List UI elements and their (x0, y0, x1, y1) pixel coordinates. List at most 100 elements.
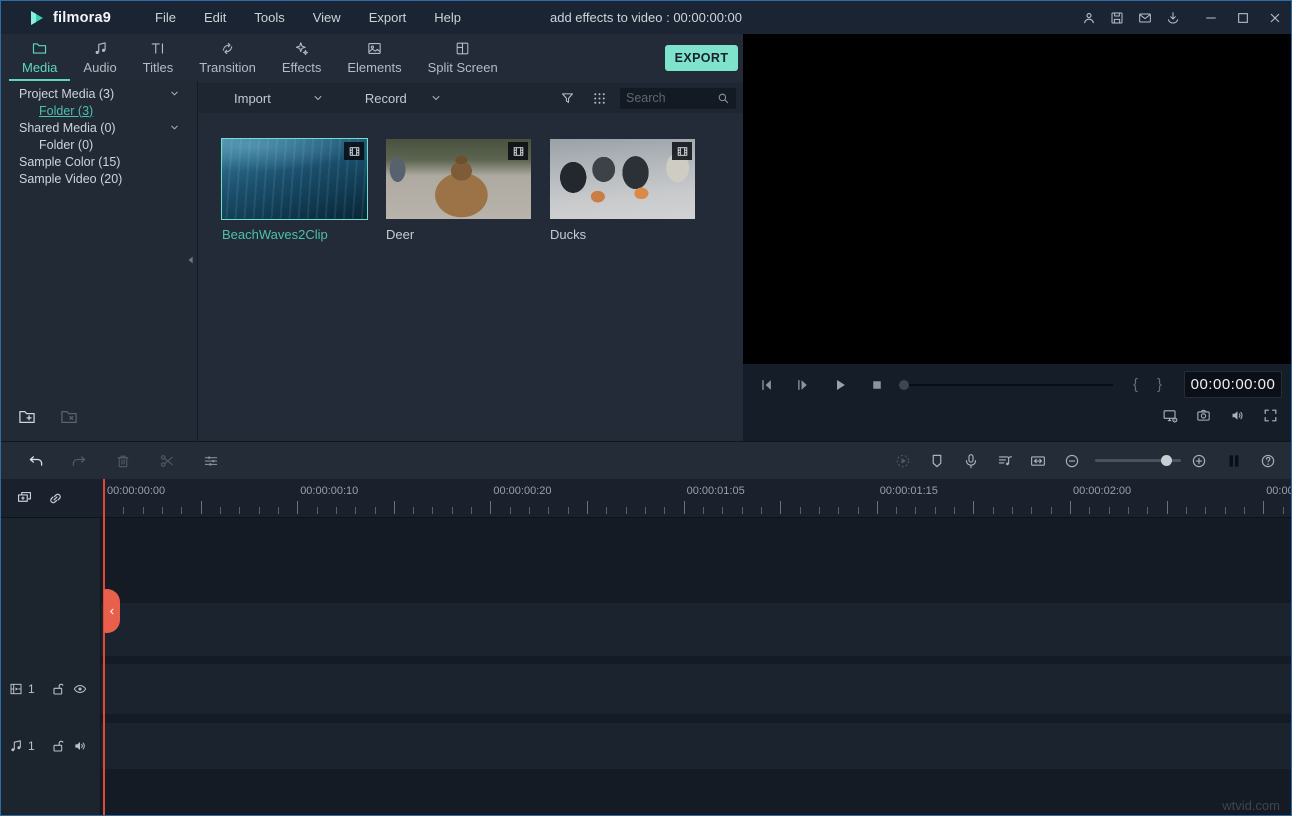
tab[interactable]: Split Screen (415, 34, 511, 81)
snapshot-camera-icon[interactable] (1195, 407, 1212, 429)
undo-button[interactable] (27, 452, 45, 475)
media-clip[interactable]: Deer (386, 139, 531, 242)
delete-button[interactable] (114, 452, 132, 475)
sidebar-collapse-icon[interactable] (186, 253, 196, 267)
tab[interactable]: Audio (70, 34, 129, 81)
split-scissors-button[interactable] (158, 452, 176, 475)
delete-folder-icon[interactable] (59, 407, 79, 432)
sidebar-item[interactable]: Sample Video (20) (1, 170, 197, 187)
media-clip[interactable]: Ducks (550, 139, 695, 242)
import-chevron-icon[interactable] (311, 91, 325, 105)
tab-icon (293, 40, 310, 57)
voiceover-mic-button[interactable] (962, 452, 980, 475)
record-button[interactable]: Record (365, 91, 407, 106)
timeline-lane-audio1[interactable] (101, 723, 1291, 769)
volume-icon[interactable] (1229, 407, 1246, 429)
zoom-to-fit-button[interactable] (1029, 452, 1047, 475)
video-track-visibility-eye-icon[interactable] (72, 681, 88, 697)
media-panel: Import Record (198, 81, 743, 441)
media-clip-name: BeachWaves2Clip (222, 227, 367, 242)
titlebar-icons (1075, 2, 1291, 34)
zoom-in-button[interactable] (1190, 452, 1208, 475)
sidebar-item[interactable]: Folder (3) (1, 102, 197, 119)
play-button[interactable] (831, 376, 849, 399)
chevron-down-icon[interactable] (168, 121, 181, 134)
playhead-handle[interactable] (104, 589, 120, 633)
timeline-header: 00:00:00:0000:00:00:1000:00:00:2000:00:0… (1, 479, 1291, 518)
tab-label: Audio (83, 60, 116, 75)
tab[interactable]: Elements (334, 34, 414, 81)
tab-icon (454, 40, 471, 57)
sidebar-item-label: Folder (3) (39, 104, 93, 118)
search-input[interactable] (626, 91, 716, 105)
tab[interactable]: Effects (269, 34, 335, 81)
mark-in-icon[interactable]: { (1133, 376, 1138, 393)
media-thumbnail[interactable] (386, 139, 531, 219)
save-project-icon[interactable] (1103, 2, 1131, 34)
manage-tracks-icon[interactable] (15, 489, 34, 513)
chevron-down-icon[interactable] (168, 87, 181, 100)
menu-item[interactable]: Tools (240, 2, 298, 34)
media-clip[interactable]: BeachWaves2Clip (222, 139, 367, 242)
timeline-ruler[interactable]: 00:00:00:0000:00:00:1000:00:00:2000:00:0… (101, 479, 1291, 518)
maximize-button[interactable] (1227, 2, 1259, 34)
add-folder-icon[interactable] (17, 407, 37, 432)
tab-icon (219, 40, 236, 57)
adjust-properties-button[interactable] (202, 452, 220, 475)
menu-bar: FileEditToolsViewExportHelp (141, 2, 475, 34)
display-settings-icon[interactable] (1160, 407, 1181, 430)
redo-button[interactable] (70, 452, 88, 475)
tab[interactable]: Titles (130, 34, 187, 81)
help-icon[interactable] (1259, 452, 1277, 475)
track-view-toggle-icon[interactable] (1225, 452, 1243, 475)
export-button[interactable]: EXPORT (665, 45, 738, 71)
import-button[interactable]: Import (234, 91, 271, 106)
tab[interactable]: Transition (186, 34, 269, 81)
sidebar-item-label: Folder (0) (39, 138, 93, 152)
media-thumbnail[interactable] (550, 139, 695, 219)
download-update-icon[interactable] (1159, 2, 1187, 34)
tab-label: Elements (347, 60, 401, 75)
render-preview-button[interactable] (894, 452, 912, 475)
feedback-mail-icon[interactable] (1131, 2, 1159, 34)
previous-frame-button[interactable] (757, 376, 775, 399)
menu-item[interactable]: Export (355, 2, 421, 34)
audio-track-mute-speaker-icon[interactable] (72, 738, 88, 754)
menu-item[interactable]: Edit (190, 2, 240, 34)
search-icon[interactable] (716, 91, 730, 105)
audio-mixer-button[interactable] (996, 452, 1014, 475)
zoom-out-button[interactable] (1063, 452, 1081, 475)
preview-scrubber-handle[interactable] (899, 380, 909, 390)
record-chevron-icon[interactable] (429, 91, 443, 105)
preview-timecode[interactable]: 00:00:00:00 (1184, 371, 1282, 398)
menu-item[interactable]: Help (420, 2, 475, 34)
audio-track-number: 1 (28, 739, 35, 753)
tab-icon (92, 40, 109, 57)
video-track-lock-icon[interactable] (50, 681, 66, 697)
sidebar-item[interactable]: Sample Color (15) (1, 153, 197, 170)
mark-out-icon[interactable]: } (1157, 376, 1162, 393)
timeline-lane-video1[interactable] (101, 664, 1291, 714)
sidebar-item[interactable]: Folder (0) (1, 136, 197, 153)
sidebar-item[interactable]: Project Media (3) (1, 85, 197, 102)
add-marker-button[interactable] (928, 452, 946, 475)
close-button[interactable] (1259, 2, 1291, 34)
stop-button[interactable] (868, 376, 886, 399)
minimize-button[interactable] (1195, 2, 1227, 34)
menu-item[interactable]: View (299, 2, 355, 34)
next-frame-button[interactable] (794, 376, 812, 399)
timeline-zoom-handle[interactable] (1161, 455, 1172, 466)
media-thumbnail[interactable] (222, 139, 367, 219)
playhead-line[interactable] (103, 479, 105, 816)
menu-item[interactable]: File (141, 2, 190, 34)
tab-label: Effects (282, 60, 322, 75)
preview-scrubber-track[interactable] (901, 384, 1113, 386)
tab[interactable]: Media (9, 34, 70, 81)
filter-icon[interactable] (559, 90, 576, 107)
fullscreen-icon[interactable] (1262, 407, 1279, 429)
account-icon[interactable] (1075, 2, 1103, 34)
audio-track-lock-icon[interactable] (50, 738, 66, 754)
sidebar-item[interactable]: Shared Media (0) (1, 119, 197, 136)
link-clips-icon[interactable] (46, 489, 65, 513)
grid-view-icon[interactable] (591, 90, 608, 107)
